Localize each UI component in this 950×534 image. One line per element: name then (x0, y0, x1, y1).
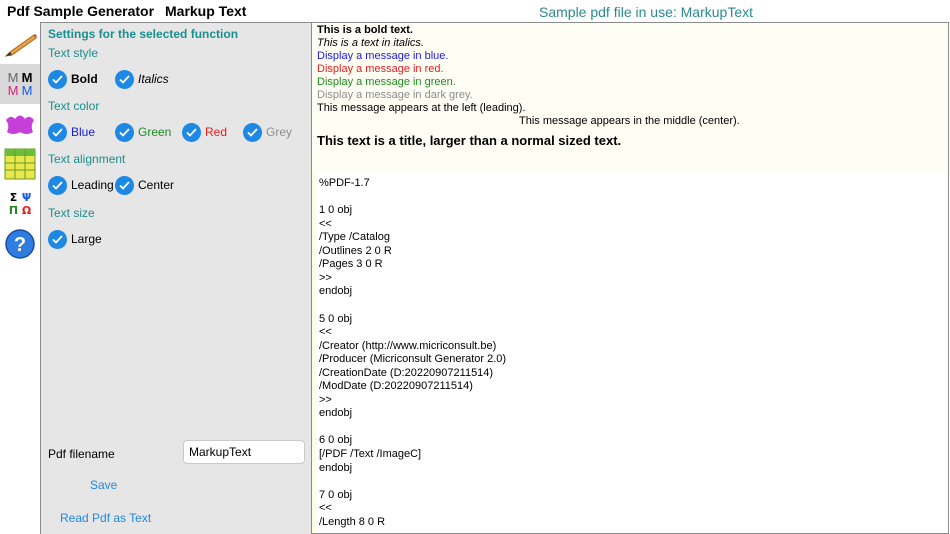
source-line: 6 0 obj (319, 434, 353, 447)
rendered-blue-line: Display a message in blue. (317, 50, 449, 62)
source-line: << (319, 502, 332, 515)
app-title: Pdf Sample Generator (7, 3, 155, 19)
large-option-label: Large (71, 232, 102, 246)
symbol-glyph: Ψ (21, 191, 32, 204)
grey-option-label: Grey (266, 125, 293, 139)
top-bar: Pdf Sample Generator Markup Text Sample … (0, 0, 950, 22)
markup-glyph: M (21, 83, 33, 98)
source-line: /Pages 3 0 R (319, 258, 383, 271)
check-icon (115, 122, 134, 142)
check-icon (48, 175, 67, 195)
text-size-label: Text size (48, 206, 95, 220)
symbol-glyph: Π (8, 204, 19, 217)
source-line: /Type /Catalog (319, 231, 390, 244)
rendered-title-line: This text is a title, larger than a norm… (317, 133, 622, 148)
settings-panel: Settings for the selected function Text … (40, 22, 311, 534)
tool-table[interactable] (0, 144, 40, 184)
check-icon (48, 229, 67, 249)
rendered-bold-line: This is a bold text. (317, 24, 413, 36)
symbols-icon: Σ Ψ Π Ω (7, 191, 33, 217)
italics-option-label: Italics (138, 72, 169, 86)
green-checkbox[interactable]: Green (115, 122, 171, 142)
source-line: >> (319, 271, 332, 284)
red-option-label: Red (205, 125, 228, 139)
check-icon (115, 175, 134, 195)
pdf-filename-input[interactable] (183, 440, 305, 464)
large-checkbox[interactable]: Large (48, 229, 102, 249)
check-icon (182, 122, 201, 142)
svg-text:?: ? (14, 234, 26, 256)
check-icon (48, 69, 67, 89)
check-icon (243, 122, 262, 142)
tool-drawing[interactable] (0, 104, 40, 144)
text-style-label: Text style (48, 46, 99, 60)
italics-checkbox[interactable]: Italics (115, 69, 169, 89)
tool-symbols[interactable]: Σ Ψ Π Ω (0, 184, 40, 224)
red-checkbox[interactable]: Red (182, 122, 227, 142)
pdf-preview-panel: This is a bold text. This is a text in i… (311, 22, 949, 534)
text-color-label: Text color (48, 99, 100, 113)
function-toolbar: M M M M Σ Ψ Π Ω ? (0, 22, 40, 534)
rendered-green-line: Display a message in green. (317, 76, 456, 88)
source-line: >> (319, 393, 332, 406)
rendered-italic-line: This is a text in italics. (317, 37, 424, 49)
text-alignment-label: Text alignment (48, 152, 126, 166)
source-line: %PDF-1.7 (319, 177, 370, 189)
bold-checkbox[interactable]: Bold (48, 69, 98, 89)
leading-option-label: Leading (71, 178, 114, 192)
rendered-pdf-output: This is a bold text. This is a text in i… (312, 23, 948, 173)
drawing-icon (6, 115, 34, 134)
source-gutter (312, 173, 316, 533)
green-option-label: Green (138, 125, 172, 139)
source-line: /Creator (http://www.micriconsult.be) (319, 339, 497, 352)
blue-checkbox[interactable]: Blue (48, 122, 95, 142)
read-pdf-as-text-button[interactable]: Read Pdf as Text (60, 511, 151, 525)
tool-help[interactable]: ? (0, 224, 40, 264)
symbol-glyph: Ω (21, 204, 32, 217)
grey-checkbox[interactable]: Grey (243, 122, 292, 142)
source-line: /Producer (Micriconsult Generator 2.0) (319, 353, 507, 366)
tool-pencil[interactable] (0, 24, 40, 64)
rendered-grey-line: Display a message in dark grey. (317, 89, 473, 101)
rendered-red-line: Display a message in red. (317, 63, 444, 75)
markup-text-icon: M M M M (6, 71, 34, 97)
table-icon (4, 148, 36, 180)
source-line: 7 0 obj (319, 488, 353, 501)
file-in-use-label: Sample pdf file in use: MarkupText (539, 4, 753, 20)
pencil-icon (4, 34, 37, 57)
markup-glyph: M (7, 83, 19, 98)
source-line: endobj (319, 285, 353, 298)
source-line: endobj (319, 407, 353, 420)
rendered-leading-line: This message appears at the left (leadin… (317, 102, 526, 114)
source-line: /Outlines 2 0 R (319, 244, 392, 257)
source-line: /CreationDate (D:20220907211514) (319, 366, 494, 379)
source-line: endobj (319, 461, 353, 474)
center-option-label: Center (138, 178, 175, 192)
pdf-filename-label: Pdf filename (48, 447, 115, 461)
source-line: [/PDF /Text /ImageC] (319, 448, 422, 460)
function-title: Markup Text (165, 3, 247, 19)
center-checkbox[interactable]: Center (115, 175, 174, 195)
settings-header: Settings for the selected function (48, 27, 239, 41)
source-line: 1 0 obj (319, 204, 353, 217)
symbol-glyph: Σ (9, 191, 18, 204)
source-line: << (319, 217, 332, 230)
leading-checkbox[interactable]: Leading (48, 175, 114, 195)
source-line: /Length 8 0 R (319, 515, 386, 528)
bold-option-label: Bold (71, 72, 98, 86)
check-icon (48, 122, 67, 142)
help-icon: ? (5, 229, 35, 259)
source-line: << (319, 326, 332, 339)
tool-markup-text[interactable]: M M M M (0, 64, 40, 104)
blue-option-label: Blue (71, 125, 96, 139)
source-line: /ModDate (D:20220907211514) (319, 380, 473, 393)
save-button[interactable]: Save (90, 478, 117, 492)
rendered-center-line: This message appears in the middle (cent… (519, 115, 740, 127)
check-icon (115, 69, 134, 89)
source-line: 5 0 obj (319, 312, 353, 325)
pdf-source-text: %PDF-1.7 1 0 obj <</Type /Catalog/Outlines… (312, 173, 948, 533)
